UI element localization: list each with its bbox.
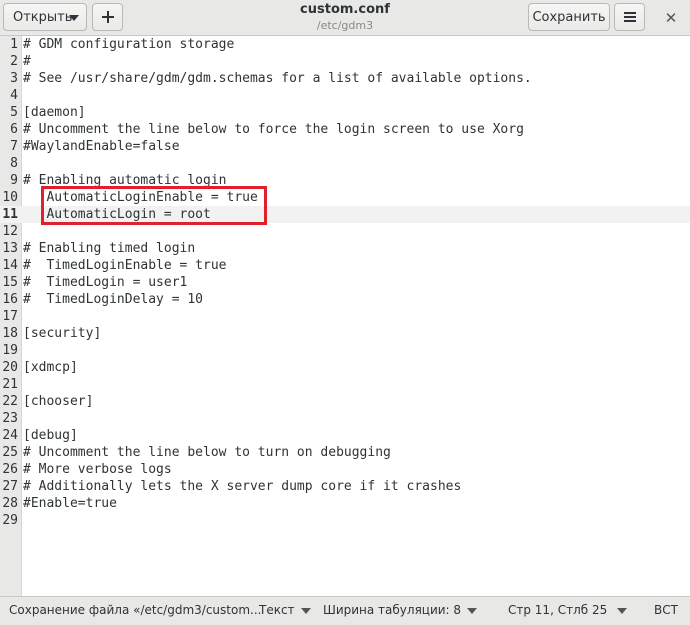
line-number: 13 [2, 241, 18, 256]
text-editor[interactable]: 1 # GDM configuration storage 2 #3 # See /us… [0, 36, 690, 596]
save-button[interactable]: Сохранить [528, 3, 610, 31]
line-number: 1 [10, 37, 18, 52]
editor-line[interactable]: 5 [daemon] [0, 104, 690, 121]
line-number: 16 [2, 292, 18, 307]
editor-line[interactable]: 25 # Uncomment the line below to turn on … [0, 444, 690, 461]
editor-line[interactable]: 29 [0, 512, 690, 529]
line-number: 7 [10, 139, 18, 154]
window-title: custom.conf [300, 2, 390, 17]
editor-line[interactable]: 8 [0, 155, 690, 172]
editor-line[interactable]: 23 [0, 410, 690, 427]
line-number: 11 [2, 207, 18, 222]
cursor-position: Стр 11, Стлб 25 [508, 603, 608, 617]
line-number: 20 [2, 360, 18, 375]
plus-icon [101, 11, 114, 23]
language-label: Текст [259, 603, 295, 617]
editor-line[interactable]: 19 [0, 342, 690, 359]
close-button[interactable]: ✕ [660, 7, 682, 29]
editor-line[interactable]: 14 # TimedLoginEnable = true [0, 257, 690, 274]
line-number: 23 [2, 411, 18, 426]
editor-line[interactable]: 12 [0, 223, 690, 240]
editor-line[interactable]: 22 [chooser] [0, 393, 690, 410]
highlight-annotation-box [41, 186, 267, 225]
tab-width-selector[interactable]: Ширина табуляции: 8 [323, 603, 478, 617]
window-subtitle: /etc/gdm3 [316, 19, 374, 32]
editor-line[interactable]: 27 # Additionally lets the X server dump … [0, 478, 690, 495]
line-number: 21 [2, 377, 18, 392]
line-text: # Uncomment the line below to turn on de… [23, 445, 391, 460]
line-number: 6 [10, 122, 18, 137]
status-bar: Сохранение файла «/etc/gdm3/custom... Те… [0, 596, 690, 625]
line-number: 27 [2, 479, 18, 494]
line-text: # TimedLoginDelay = 10 [23, 292, 204, 307]
editor-line[interactable]: 15 # TimedLogin = user1 [0, 274, 690, 291]
chevron-down-icon [69, 15, 79, 21]
editor-line[interactable]: 26 # More verbose logs [0, 461, 690, 478]
line-text: # Enabling timed login [23, 241, 196, 256]
line-number: 26 [2, 462, 18, 477]
editor-line[interactable]: 16 # TimedLoginDelay = 10 [0, 291, 690, 308]
language-selector[interactable]: Текст [259, 603, 311, 617]
editor-line[interactable]: 28 #Enable=true [0, 495, 690, 512]
new-document-button[interactable] [92, 3, 123, 31]
line-number: 8 [10, 156, 18, 171]
editor-line[interactable]: 17 [0, 308, 690, 325]
close-icon: ✕ [664, 9, 678, 27]
editor-line[interactable]: 6 # Uncomment the line below to force the… [0, 121, 690, 138]
editor-line[interactable]: 13 # Enabling timed login [0, 240, 690, 257]
menu-button[interactable] [614, 3, 645, 31]
line-text: # See /usr/share/gdm/gdm.schemas for a l… [23, 71, 532, 86]
editor-line[interactable]: 7 #WaylandEnable=false [0, 138, 690, 155]
line-number: 19 [2, 343, 18, 358]
line-text: # Additionally lets the X server dump co… [23, 479, 462, 494]
line-number: 22 [2, 394, 18, 409]
line-text: # TimedLoginEnable = true [23, 258, 227, 273]
line-number: 17 [2, 309, 18, 324]
editor-line[interactable]: 3 # See /usr/share/gdm/gdm.schemas for a … [0, 70, 690, 87]
editor-line[interactable]: 2 # [0, 53, 690, 70]
tab-width-label: Ширина табуляции: 8 [323, 603, 462, 617]
line-text: # Uncomment the line below to force the … [23, 122, 524, 137]
hamburger-icon [623, 12, 636, 22]
line-number: 29 [2, 513, 18, 528]
editor-line[interactable]: 4 [0, 87, 690, 104]
line-text: # More verbose logs [23, 462, 172, 477]
line-text: [chooser] [23, 394, 94, 409]
line-number: 9 [10, 173, 18, 188]
line-number: 18 [2, 326, 18, 341]
line-number: 15 [2, 275, 18, 290]
editor-line[interactable]: 20 [xdmcp] [0, 359, 690, 376]
line-text: [xdmcp] [23, 360, 78, 375]
editor-line[interactable]: 1 # GDM configuration storage [0, 36, 690, 53]
editor-line[interactable]: 21 [0, 376, 690, 393]
line-number: 12 [2, 224, 18, 239]
line-number: 24 [2, 428, 18, 443]
line-number: 4 [10, 88, 18, 103]
line-text: [daemon] [23, 105, 86, 120]
editor-line[interactable]: 24 [debug] [0, 427, 690, 444]
position-menu-chevron-icon[interactable] [617, 608, 627, 614]
line-number: 14 [2, 258, 18, 273]
open-button[interactable]: Открыть [3, 3, 87, 31]
status-saving-message: Сохранение файла «/etc/gdm3/custom... [9, 603, 262, 617]
line-text: [security] [23, 326, 102, 341]
line-text: #WaylandEnable=false [23, 139, 180, 154]
header-bar: Открыть custom.conf /etc/gdm3 Сохранить … [0, 0, 690, 36]
line-number: 5 [10, 105, 18, 120]
open-button-label: Открыть [13, 9, 73, 25]
editor-line[interactable]: 18 [security] [0, 325, 690, 342]
line-text: # TimedLogin = user1 [23, 275, 188, 290]
insert-mode-indicator[interactable]: ВСТ [654, 603, 678, 617]
line-number: 28 [2, 496, 18, 511]
line-number: 2 [10, 54, 18, 69]
line-number: 10 [2, 190, 18, 205]
chevron-down-icon [467, 607, 478, 614]
line-text: #Enable=true [23, 496, 117, 511]
line-text: [debug] [23, 428, 78, 443]
line-text: # GDM configuration storage [23, 37, 235, 52]
line-number: 3 [10, 71, 18, 86]
line-number: 25 [2, 445, 18, 460]
line-text: # [23, 54, 31, 69]
chevron-down-icon [300, 607, 311, 614]
